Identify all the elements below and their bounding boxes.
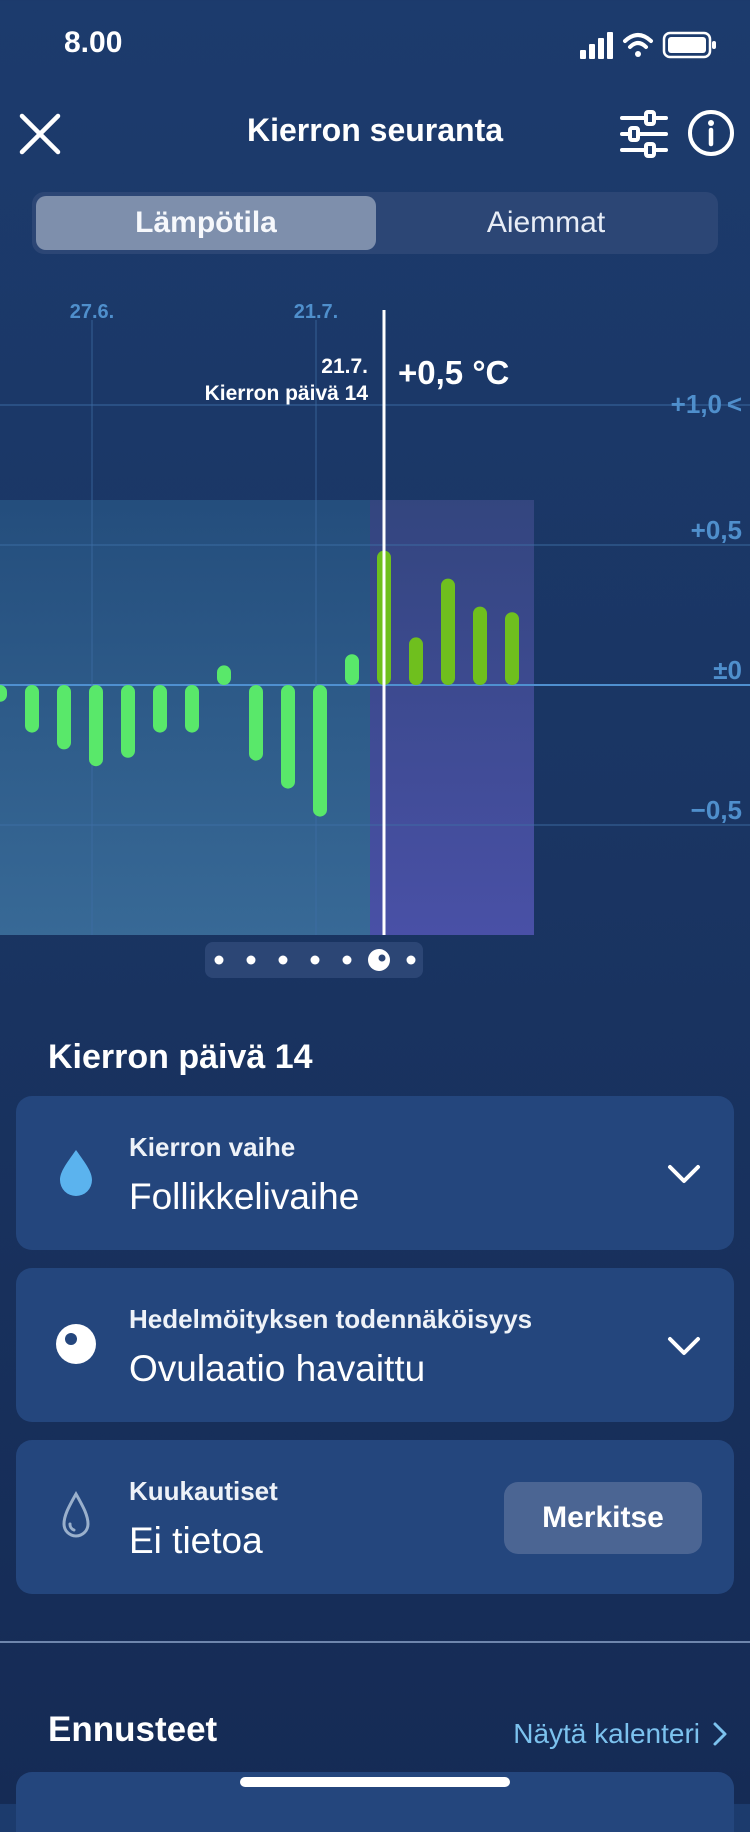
page-dot	[214, 955, 224, 965]
temperature-chart[interactable]: 27.6. 21.7. +1,0 +0,5 ±0 −0,5 <21.7. Kierron pä…	[0, 280, 750, 980]
fertility-card[interactable]: Hedelmöityksen todennäköisyys Ovulaatio …	[16, 1268, 734, 1422]
selected-day-label: Kierron päivä 14	[205, 382, 369, 405]
selected-value-label: +0,5 °C	[398, 354, 509, 391]
show-calendar-label: Näytä kalenteri	[513, 1718, 700, 1749]
home-indicator	[240, 1777, 510, 1787]
page-dot	[246, 955, 256, 965]
battery-icon	[662, 31, 716, 59]
temperature-bar	[185, 685, 199, 733]
chevron-down-icon[interactable]	[664, 1326, 704, 1366]
chevron-right-icon	[713, 1722, 727, 1746]
forecast-title: Ennusteet	[48, 1710, 218, 1749]
cycle-phase-value: Follikkelivaihe	[129, 1176, 360, 1217]
y-tick-label: −0,5	[691, 795, 742, 825]
temperature-bar	[505, 612, 519, 685]
y-tick-label: ±0	[713, 655, 742, 685]
divider	[0, 1641, 750, 1643]
status-time: 8.00	[64, 26, 123, 59]
chart-page-dots[interactable]	[205, 942, 423, 978]
selected-range-band	[370, 500, 534, 935]
temperature-bar	[25, 685, 39, 733]
cycle-phase-label: Kierron vaihe	[129, 1132, 296, 1162]
chart-background	[0, 500, 534, 935]
selected-date-label: 21.7.	[321, 355, 368, 378]
signal-icon	[580, 32, 613, 59]
page-dot	[342, 955, 352, 965]
period-value: Ei tietoa	[129, 1520, 263, 1561]
tab-previous[interactable]: Aiemmat	[376, 196, 716, 250]
temperature-bar	[57, 685, 71, 750]
info-icon[interactable]	[686, 108, 736, 158]
temperature-bar	[409, 637, 423, 685]
temperature-bar	[89, 685, 103, 767]
date-tick-label: 27.6.	[70, 301, 114, 323]
status-icons	[580, 31, 716, 59]
temperature-bar	[153, 685, 167, 733]
mark-period-button[interactable]: Merkitse	[504, 1482, 702, 1554]
drop-outline-icon	[62, 1490, 90, 1538]
cycle-day-title: Kierron päivä 14	[48, 1038, 313, 1076]
temperature-bar	[249, 685, 263, 761]
fertility-label: Hedelmöityksen todennäköisyys	[129, 1304, 533, 1334]
period-card: Kuukautiset Ei tietoa Merkitse	[16, 1440, 734, 1594]
cycle-phase-card[interactable]: Kierron vaihe Follikkelivaihe	[16, 1096, 734, 1250]
page-dot-active-center	[378, 954, 386, 962]
fertility-value: Ovulaatio havaittu	[129, 1348, 426, 1389]
ovulation-circle-icon	[56, 1324, 96, 1364]
y-axis-marker: <	[727, 389, 742, 419]
chevron-down-icon[interactable]	[664, 1154, 704, 1194]
temperature-bar	[473, 606, 487, 685]
drop-filled-icon	[60, 1150, 92, 1196]
y-tick-label: +1,0	[671, 389, 722, 419]
filter-sliders-icon[interactable]	[618, 108, 670, 160]
page-dot	[278, 955, 288, 965]
temperature-bar	[313, 685, 327, 817]
wifi-icon	[623, 33, 653, 57]
y-tick-label: +0,5	[691, 515, 742, 545]
page-dot-active	[368, 949, 390, 971]
temperature-bar	[441, 578, 455, 685]
show-calendar-link[interactable]: Näytä kalenteri	[513, 1718, 728, 1750]
tab-temperature[interactable]: Lämpötila	[36, 196, 376, 250]
temperature-bar	[121, 685, 135, 758]
date-tick-label: 21.7.	[294, 301, 338, 323]
page-dot	[406, 955, 416, 965]
period-label: Kuukautiset	[129, 1476, 278, 1506]
temperature-bar	[345, 654, 359, 685]
segmented-tabs: Lämpötila Aiemmat	[32, 192, 718, 254]
temperature-bar	[217, 665, 231, 685]
page-dot	[310, 955, 320, 965]
temperature-bar	[281, 685, 295, 789]
